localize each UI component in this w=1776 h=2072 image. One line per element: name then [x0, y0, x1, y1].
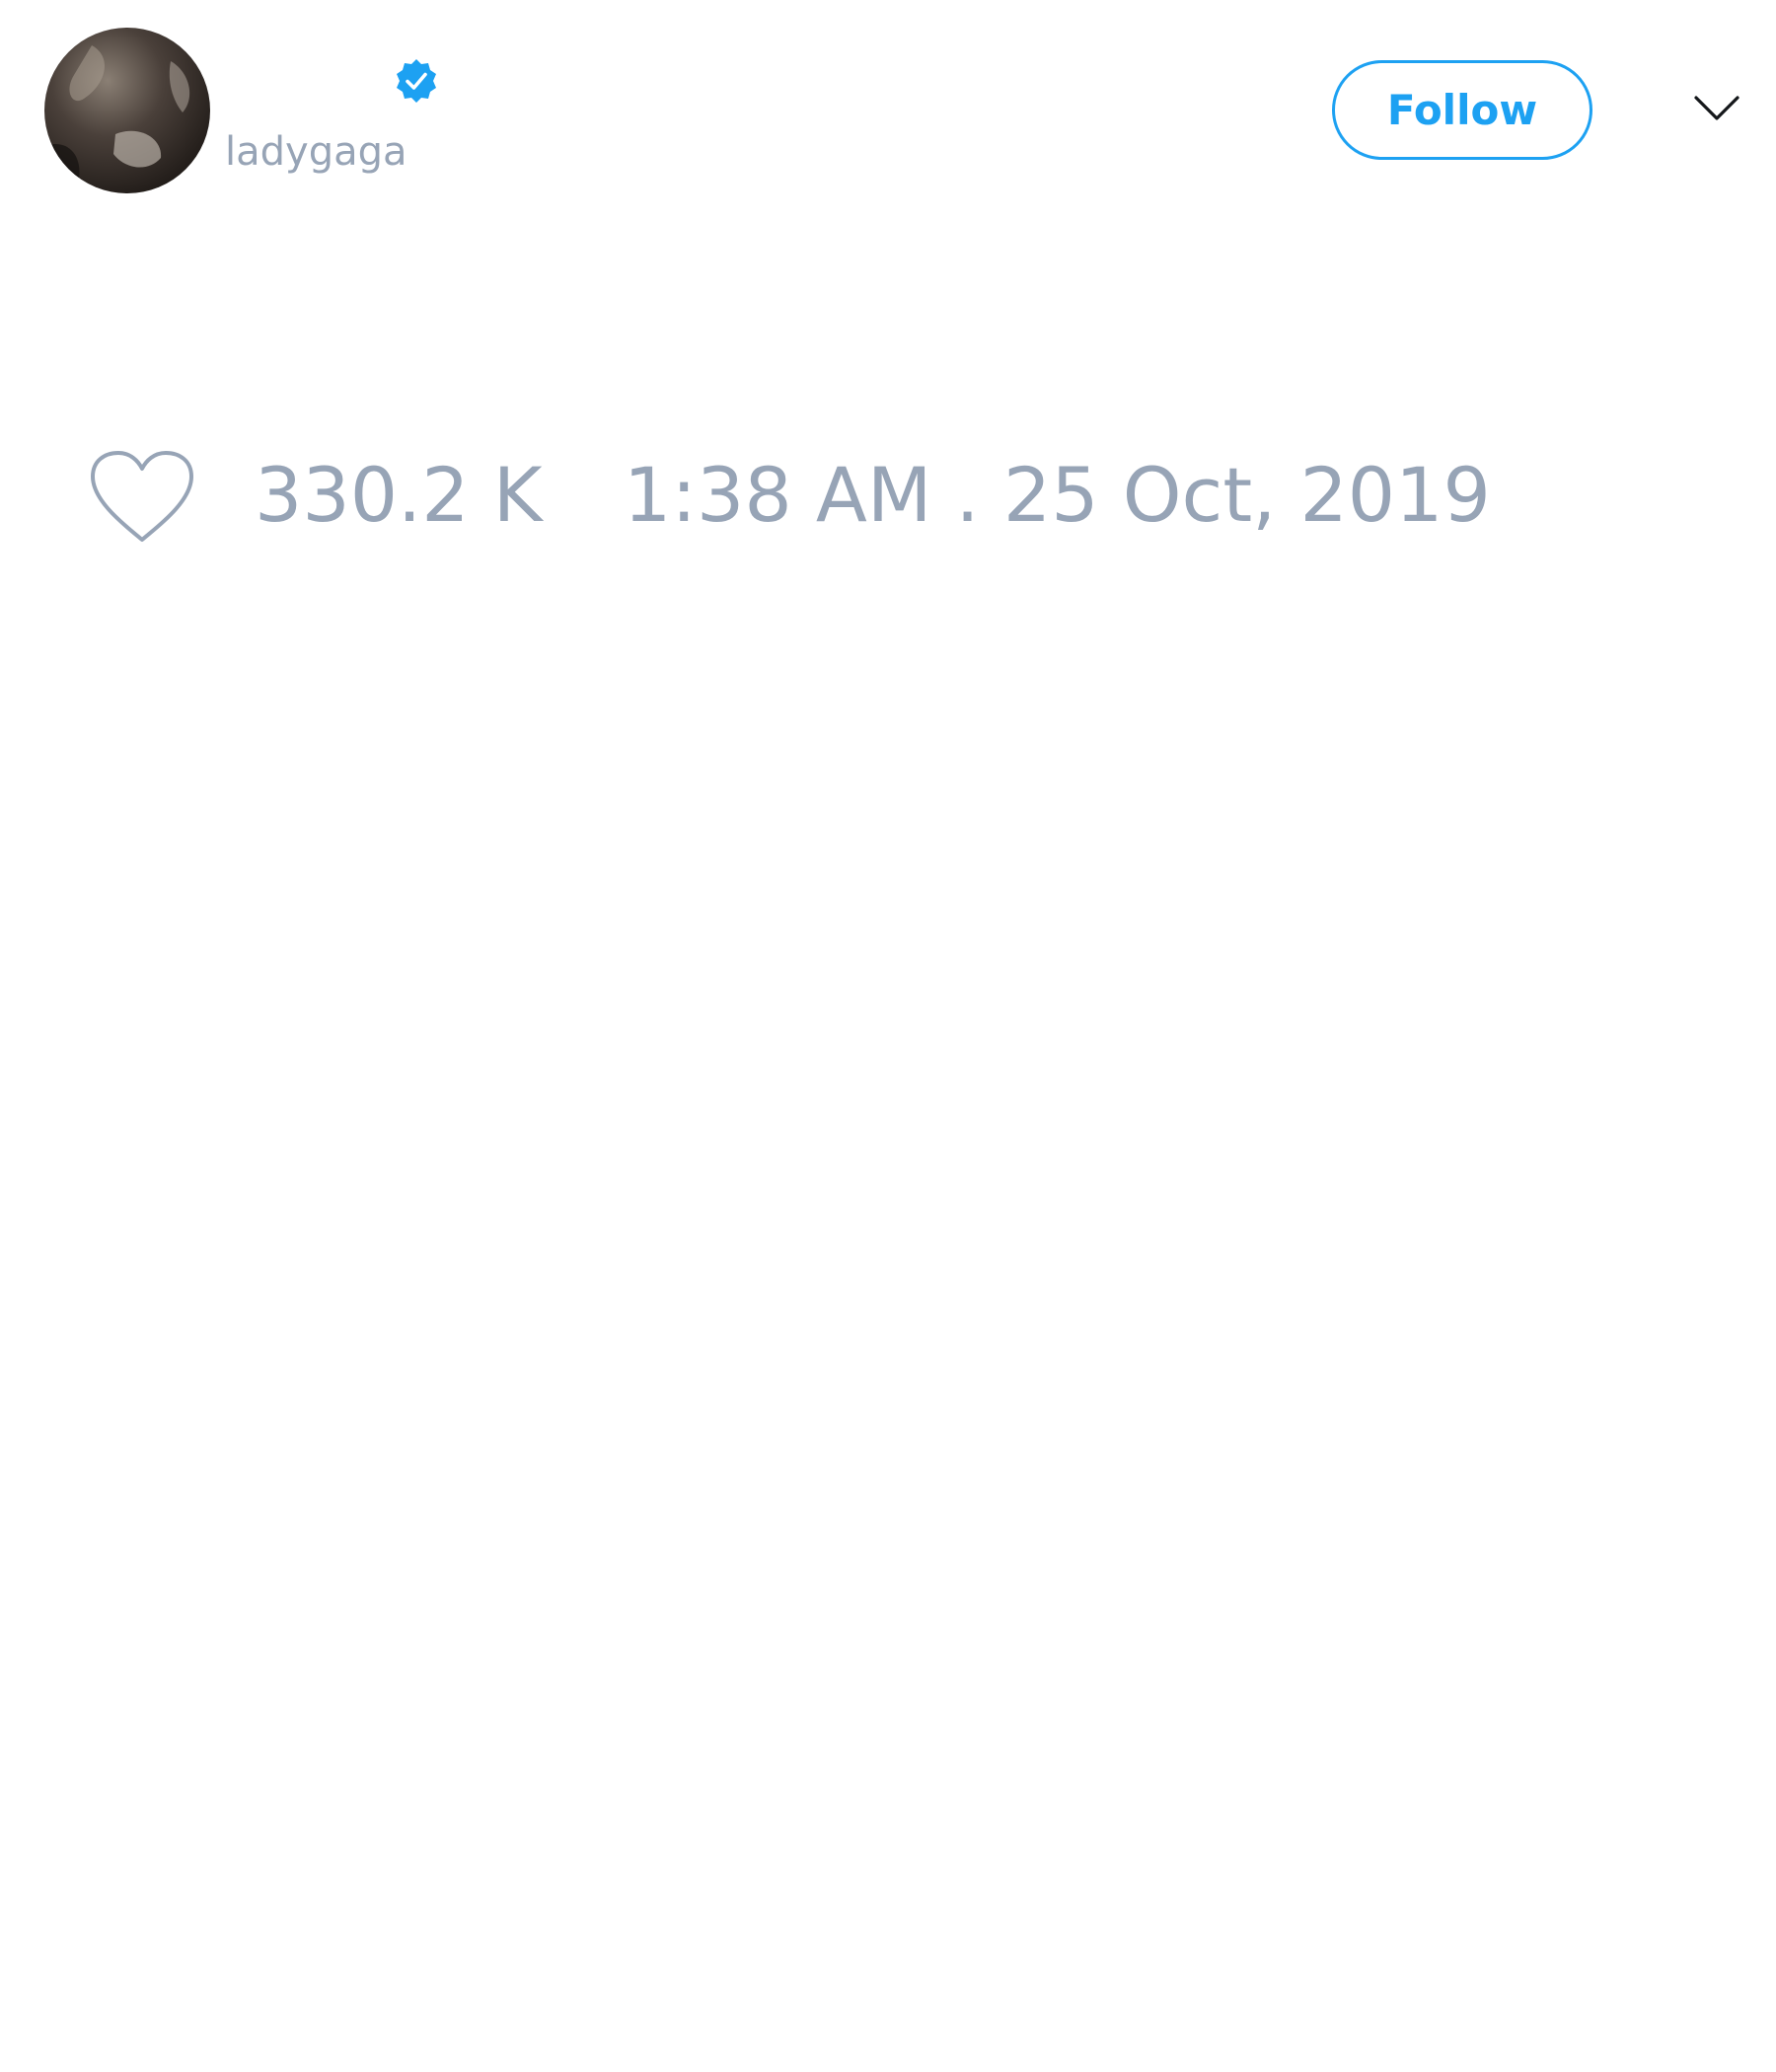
heart-icon[interactable] — [89, 449, 195, 544]
avatar[interactable] — [44, 28, 210, 193]
tweet-timestamp[interactable]: 1:38 AM . 25 Oct, 2019 — [624, 452, 1491, 539]
chevron-down-icon[interactable] — [1693, 93, 1740, 124]
username[interactable]: ladygaga — [225, 126, 407, 178]
like-count: 330.2 K — [255, 451, 543, 539]
verified-badge-icon — [397, 59, 436, 103]
avatar-photo — [44, 28, 210, 193]
follow-button[interactable]: Follow — [1332, 60, 1592, 160]
